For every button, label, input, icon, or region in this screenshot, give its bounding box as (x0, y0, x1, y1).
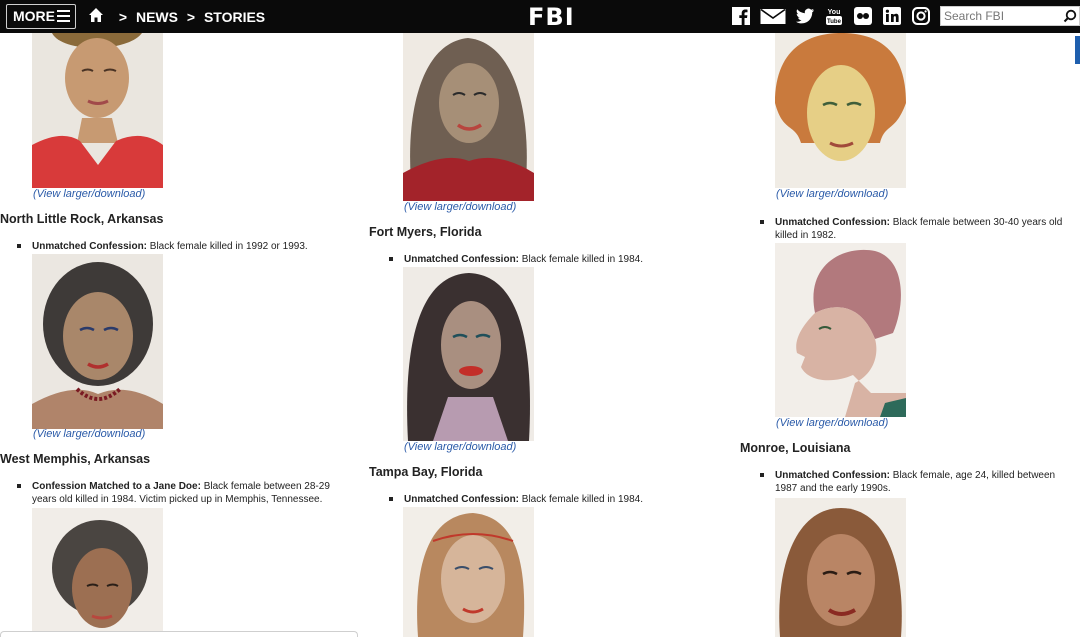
youtube-icon[interactable]: You Tube (824, 6, 844, 26)
portrait-sketch-image (32, 33, 163, 188)
view-larger-download-link[interactable]: (View larger/download) (404, 441, 516, 453)
portrait-sketch[interactable] (775, 33, 906, 188)
breadcrumb-separator: > (118, 8, 128, 25)
confession-label: Confession Matched to a Jane Doe: (32, 481, 201, 492)
portrait-sketch[interactable] (403, 507, 534, 637)
confession-text: Black female killed in 1984. (519, 494, 643, 505)
top-navigation-bar: MORE > NEWS > STORIES FBI You Tube (0, 0, 1080, 33)
location-heading: North Little Rock, Arkansas (0, 212, 164, 226)
side-feedback-tab[interactable] (1075, 36, 1080, 64)
confession-label: Unmatched Confession: (775, 470, 891, 481)
confession-label: Unmatched Confession: (404, 494, 520, 505)
location-heading: Fort Myers, Florida (369, 225, 482, 239)
location-heading: Monroe, Louisiana (740, 441, 851, 455)
hamburger-icon (57, 10, 70, 23)
more-label: MORE (13, 8, 55, 24)
portrait-sketch-image (403, 267, 534, 441)
portrait-sketch[interactable] (32, 33, 163, 188)
portrait-sketch[interactable] (403, 267, 534, 441)
confession-text: Black female killed in 1992 or 1993. (147, 241, 308, 252)
flickr-icon[interactable] (853, 6, 873, 26)
portrait-sketch-image (775, 243, 906, 417)
confession-item: Unmatched Confession: Black female betwe… (760, 216, 1078, 242)
breadcrumb-stories-link[interactable]: STORIES (204, 1, 265, 34)
portrait-sketch-image (32, 508, 163, 637)
portrait-sketch[interactable] (775, 243, 906, 417)
email-icon[interactable] (760, 6, 786, 26)
home-icon[interactable] (88, 7, 104, 23)
portrait-sketch[interactable] (32, 508, 163, 637)
view-larger-download-link[interactable]: (View larger/download) (404, 201, 516, 213)
portrait-sketch-image (32, 254, 163, 429)
confession-label: Unmatched Confession: (404, 254, 520, 265)
confession-item: Unmatched Confession: Black female kille… (17, 240, 342, 253)
linkedin-icon[interactable] (882, 6, 902, 26)
facebook-icon[interactable] (731, 6, 751, 26)
confession-item: Unmatched Confession: Black female kille… (389, 493, 704, 506)
portrait-sketch[interactable] (32, 254, 163, 429)
view-larger-download-link[interactable]: (View larger/download) (776, 188, 888, 200)
svg-text:Tube: Tube (827, 19, 842, 25)
confession-label: Unmatched Confession: (775, 217, 891, 228)
view-larger-download-link[interactable]: (View larger/download) (33, 188, 145, 200)
confession-item: Unmatched Confession: Black female kille… (389, 253, 704, 266)
breadcrumb-news-link[interactable]: NEWS (136, 1, 178, 34)
portrait-sketch-image (403, 507, 534, 637)
twitter-icon[interactable] (795, 6, 815, 26)
fbi-logo[interactable]: FBI (528, 2, 588, 32)
portrait-sketch-image (775, 498, 906, 637)
social-links: You Tube (731, 6, 931, 26)
location-heading: West Memphis, Arkansas (0, 452, 151, 466)
svg-text:You: You (828, 9, 841, 16)
confession-label: Unmatched Confession: (32, 241, 148, 252)
portrait-sketch[interactable] (775, 498, 906, 637)
view-larger-download-link[interactable]: (View larger/download) (33, 428, 145, 440)
portrait-sketch-image (775, 33, 906, 188)
more-menu-button[interactable]: MORE (6, 4, 76, 29)
search-icon[interactable] (1063, 9, 1077, 23)
breadcrumb: > NEWS > STORIES (88, 0, 265, 33)
location-heading: Tampa Bay, Florida (369, 465, 483, 479)
portrait-sketch[interactable] (403, 33, 534, 201)
confession-text: Black female killed in 1984. (519, 254, 643, 265)
bottom-overlay-panel (0, 631, 358, 637)
portrait-sketch-image (403, 33, 534, 201)
view-larger-download-link[interactable]: (View larger/download) (776, 417, 888, 429)
confession-item: Unmatched Confession: Black female, age … (760, 469, 1078, 495)
instagram-icon[interactable] (911, 6, 931, 26)
search-box (940, 6, 1080, 26)
breadcrumb-separator: > (186, 8, 196, 25)
confession-item: Confession Matched to a Jane Doe: Black … (17, 480, 347, 506)
search-input[interactable] (941, 7, 1061, 25)
